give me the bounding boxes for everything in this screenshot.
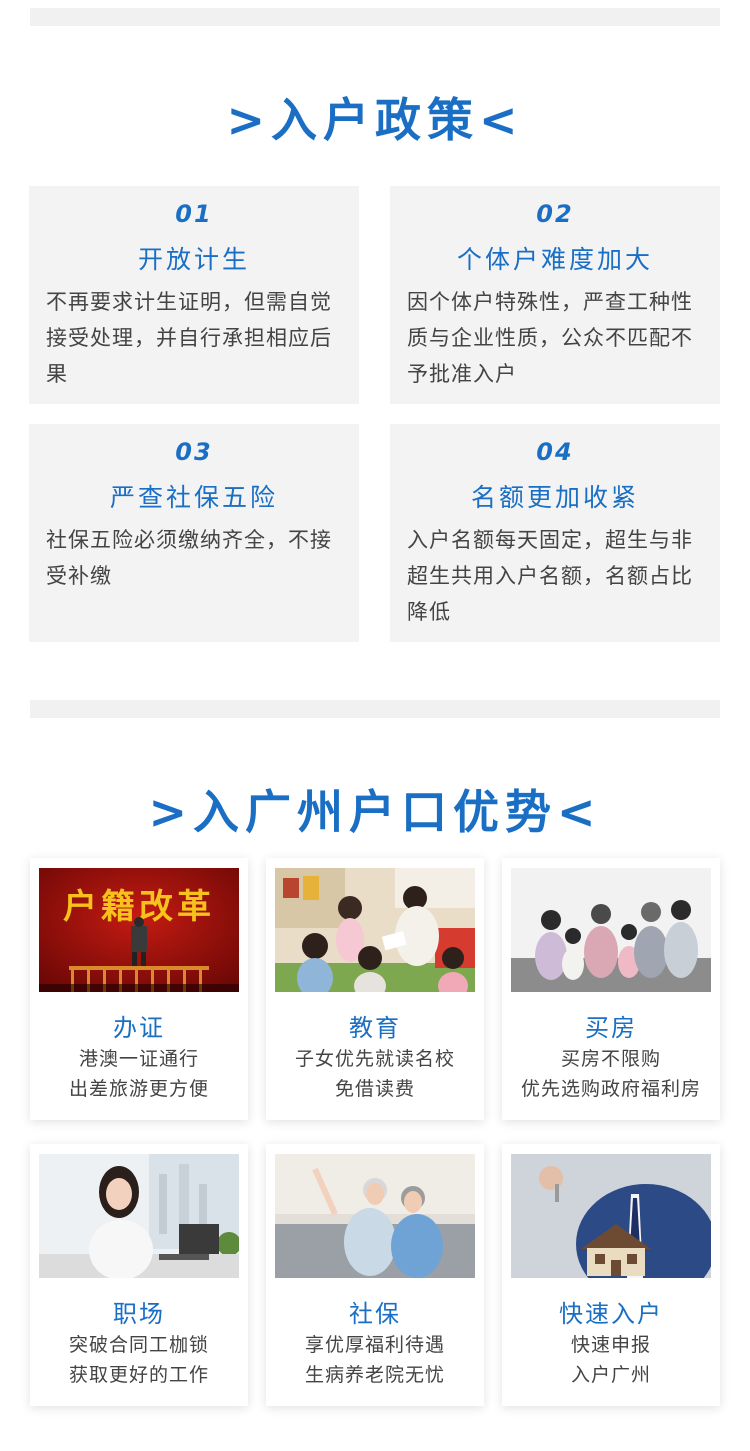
policy-description: 社保五险必须缴纳齐全，不接受补缴 — [46, 528, 332, 588]
policy-card-01: 01 开放计生 不再要求计生证明，但需自觉接受处理，并自行承担相应后果 — [29, 186, 359, 404]
top-divider — [30, 8, 720, 26]
office-woman-image — [39, 1154, 239, 1278]
advantage-line-2: 优先选购政府福利房 — [520, 1078, 701, 1100]
advantage-card-education: 教育 子女优先就读名校 免借读费 — [266, 858, 484, 1120]
advantage-title: 办证 — [113, 1014, 165, 1042]
advantage-line-1: 子女优先就读名校 — [294, 1048, 455, 1070]
section-divider — [30, 700, 720, 718]
policy-description: 因个体户特殊性，严查工种性质与企业性质，公众不匹配不予批准入户 — [407, 290, 693, 386]
advantage-line-2: 免借读费 — [334, 1078, 415, 1100]
advantages-section-title: >入广州户口优势< — [148, 785, 602, 839]
advantage-line-1: 突破合同工枷锁 — [68, 1334, 209, 1356]
advantage-title: 快速入户 — [559, 1300, 663, 1328]
advantage-title: 教育 — [349, 1014, 401, 1042]
policy-number: 02 — [536, 200, 574, 228]
advantage-line-2: 入户广州 — [570, 1364, 651, 1386]
advantage-card-social-security: 社保 享优厚福利待遇 生病养老院无忧 — [266, 1144, 484, 1406]
advantage-card-fast-registration: 快速入户 快速申报 入户广州 — [502, 1144, 720, 1406]
policy-title: 开放计生 — [137, 245, 250, 274]
advantage-title: 职场 — [113, 1300, 165, 1328]
policy-number: 04 — [536, 438, 574, 466]
advantage-card-housing: 买房 买房不限购 优先选购政府福利房 — [502, 858, 720, 1120]
advantage-card-career: 职场 突破合同工枷锁 获取更好的工作 — [30, 1144, 248, 1406]
advantage-card-id: 户籍改革 办证 港澳一证通行 出差旅游更方便 — [30, 858, 248, 1120]
advantage-line-1: 港澳一证通行 — [78, 1048, 199, 1070]
policy-card-02: 02 个体户难度加大 因个体户特殊性，严查工种性质与企业性质，公众不匹配不予批准… — [390, 186, 720, 404]
advantage-line-1: 买房不限购 — [560, 1048, 661, 1070]
policy-section-title: >入户政策< — [226, 93, 524, 147]
policy-card-04: 04 名额更加收紧 入户名额每天固定，超生与非超生共用入户名额，名额占比降低 — [390, 424, 720, 642]
elderly-couple-image — [275, 1154, 475, 1278]
policy-title: 个体户难度加大 — [456, 245, 653, 274]
policy-title: 名额更加收紧 — [470, 483, 639, 512]
advantage-title: 社保 — [349, 1300, 401, 1328]
advantage-line-1: 享优厚福利待遇 — [304, 1334, 445, 1356]
advantage-line-2: 出差旅游更方便 — [68, 1078, 209, 1100]
policy-card-03: 03 严查社保五险 社保五险必须缴纳齐全，不接受补缴 — [29, 424, 359, 642]
policy-description: 入户名额每天固定，超生与非超生共用入户名额，名额占比降低 — [407, 528, 693, 624]
house-keys-image — [511, 1154, 711, 1278]
policy-description: 不再要求计生证明，但需自觉接受处理，并自行承担相应后果 — [46, 290, 332, 386]
family-sofa-image — [511, 868, 711, 992]
advantage-line-2: 生病养老院无忧 — [304, 1364, 445, 1386]
policy-number: 03 — [175, 438, 213, 466]
policy-number: 01 — [175, 200, 213, 228]
advantage-line-2: 获取更好的工作 — [68, 1364, 209, 1386]
classroom-children-image — [275, 868, 475, 992]
policy-title: 严查社保五险 — [109, 483, 278, 512]
hukou-reform-image: 户籍改革 — [39, 868, 239, 992]
advantage-title: 买房 — [585, 1014, 637, 1042]
advantage-line-1: 快速申报 — [570, 1334, 651, 1356]
